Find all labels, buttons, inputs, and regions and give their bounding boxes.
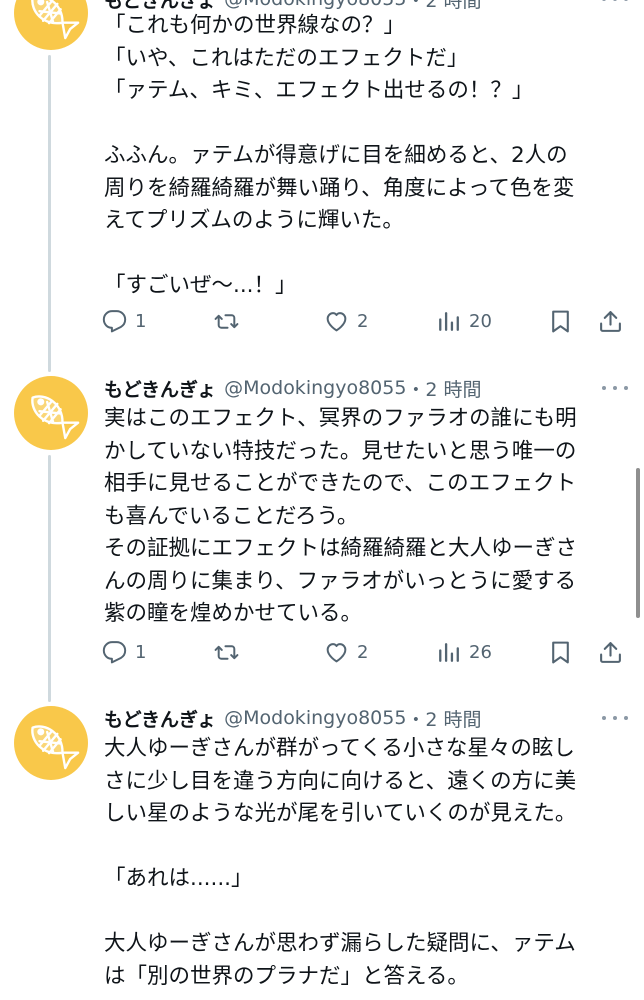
scrollbar[interactable] [636, 468, 640, 618]
views-button[interactable]: 26 [436, 637, 492, 667]
fish-avatar-icon [14, 0, 88, 50]
user-handle[interactable]: @Modokingyo8055 [224, 377, 406, 399]
tweet-text-line: 実はこのエフェクト、冥界のファラオの誰にも明 [104, 406, 577, 431]
user-handle[interactable]: @Modokingyo8055 [224, 707, 406, 729]
fish-avatar-icon [14, 376, 88, 450]
action-bar: 1 2 20 [102, 306, 632, 336]
retweet-button[interactable] [214, 306, 247, 336]
like-icon [324, 640, 349, 665]
reply-icon [102, 309, 127, 334]
tweet-text-line [104, 831, 624, 864]
reply-button[interactable]: 1 [102, 306, 146, 336]
tweet-text-line: 「すごいぜ〜...！」 [104, 273, 297, 298]
retweet-icon [214, 309, 239, 334]
share-button[interactable] [598, 306, 623, 336]
tweet-text-line: 「ァテム、キミ、エフェクト出せるの！？」 [104, 78, 534, 103]
replies-count: 1 [135, 310, 147, 332]
tweet-text-line: その証拠にエフェクトは綺羅綺羅と大人ゆーぎさ [104, 536, 578, 561]
thread-line [48, 455, 51, 702]
tweet-text-line: えてプリズムのように輝いた。 [104, 208, 404, 233]
fish-avatar-icon [14, 706, 88, 780]
tweet-text-line: んの周りに集まり、ファラオがいっとうに愛する [104, 568, 577, 594]
tweet-text-line [104, 238, 624, 271]
tweet-text-line: も喜んでいることだろう。 [104, 503, 359, 529]
tweet-text-line: 紫の瞳を煌めかせている。 [104, 601, 363, 626]
avatar[interactable] [14, 706, 88, 780]
views-icon [436, 640, 461, 665]
more-icon[interactable] [600, 0, 630, 8]
share-icon [598, 309, 623, 334]
timestamp[interactable]: ・2 時間 [406, 705, 481, 732]
replies-count: 1 [135, 641, 147, 663]
tweet-text-line [104, 896, 624, 929]
tweet-text-line: 大人ゆーぎさんが群がってくる小さな星々の眩し [104, 736, 575, 761]
bookmark-button[interactable] [548, 306, 573, 336]
display-name[interactable]: もどきんぎょ [104, 705, 216, 732]
bookmark-icon [548, 640, 573, 665]
thread-line [48, 55, 51, 372]
bookmark-button[interactable] [548, 637, 573, 667]
tweet-text: 実はこのエフェクト、冥界のファラオの誰にも明 かしていない特技だった。見せたいと思… [104, 403, 624, 631]
reply-button[interactable]: 1 [102, 637, 146, 667]
tweet-header: もどきんぎょ @Modokingyo8055・2 時間 [104, 701, 630, 735]
tweet-text-line: 周りを綺羅綺羅が舞い踊り、角度によって色を変 [104, 175, 575, 201]
tweet-text-line: しい星のような光が尾を引いていくのが見えた。 [104, 801, 577, 826]
user-handle[interactable]: @Modokingyo8055 [224, 0, 406, 10]
display-name[interactable]: もどきんぎょ [104, 375, 216, 402]
tweet-text-line [104, 108, 624, 141]
reply-icon [102, 640, 127, 665]
more-icon[interactable] [600, 707, 630, 727]
likes-count: 2 [357, 641, 369, 663]
views-count: 26 [469, 641, 492, 663]
tweet-text-line: 「あれは......」 [104, 866, 253, 891]
like-button[interactable]: 2 [324, 306, 368, 336]
tweet-text-line: 「これも何かの世界線なの？」 [104, 13, 406, 38]
retweet-icon [214, 640, 239, 665]
tweet-text-line: 「いや、これはただのエフェクトだ」 [104, 45, 469, 71]
action-bar: 1 2 26 [102, 637, 632, 667]
bookmark-icon [548, 309, 573, 334]
tweet-text-line: 相手に見せることができたので、このエフェクト [104, 471, 577, 496]
avatar[interactable] [14, 376, 88, 450]
like-icon [324, 309, 349, 334]
tweet-text-line: さに少し目を違う方向に向けると、遠くの方に美 [104, 768, 577, 794]
retweet-button[interactable] [214, 637, 247, 667]
like-button[interactable]: 2 [324, 637, 368, 667]
tweet-text-line: かしていない特技だった。見せたいと思う唯一の [104, 438, 577, 464]
share-icon [598, 640, 623, 665]
views-count: 20 [469, 310, 492, 332]
share-button[interactable] [598, 637, 623, 667]
views-button[interactable]: 20 [436, 306, 492, 336]
avatar[interactable] [14, 0, 88, 50]
timestamp[interactable]: ・2 時間 [406, 375, 481, 402]
more-icon[interactable] [600, 377, 630, 397]
tweet-header: もどきんぎょ @Modokingyo8055・2 時間 [104, 371, 630, 405]
likes-count: 2 [357, 310, 369, 332]
tweet-text-line: は「別の世界のプラナだ」と答える。 [104, 963, 469, 989]
tweet-text-line: 大人ゆーぎさんが思わず漏らした疑問に、ァテム [104, 931, 576, 956]
tweet-text: 大人ゆーぎさんが群がってくる小さな星々の眩し さに少し目を違う方向に向けると、遠く… [104, 733, 624, 993]
tweet-text-line: ふふん。ァテムが得意げに目を細めると、2人の [104, 143, 568, 168]
views-icon [436, 309, 461, 334]
tweet-text: 「これも何かの世界線なの？」「いや、これはただのエフェクトだ」「ァテム、キミ、エ… [104, 10, 624, 303]
